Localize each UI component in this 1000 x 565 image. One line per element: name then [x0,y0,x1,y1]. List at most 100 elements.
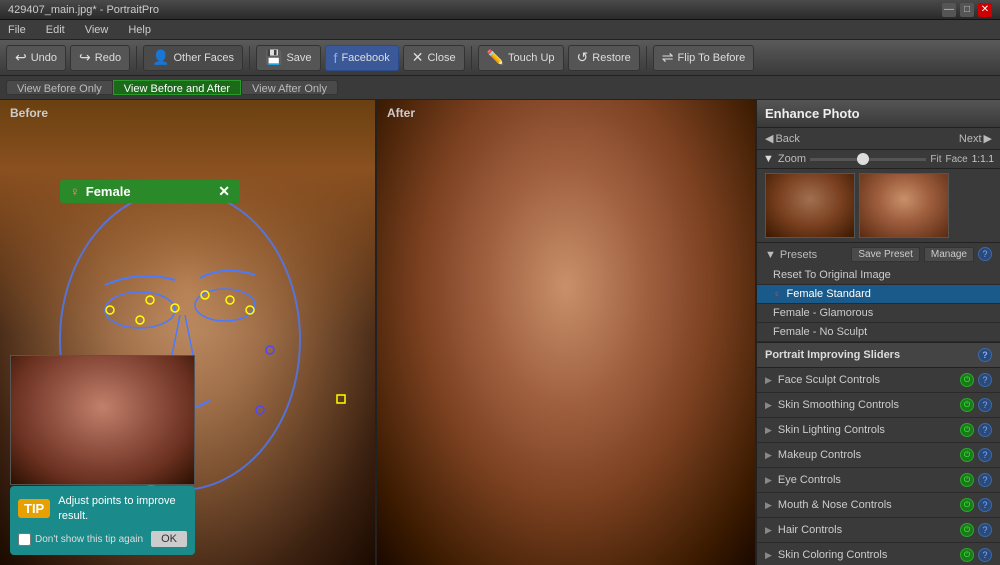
skin-smoothing-help-button[interactable]: ? [978,398,992,412]
preset-selected-icon: ♀ [773,289,781,300]
eye-power-button[interactable]: ⏻ [960,473,974,487]
minimize-button[interactable]: — [942,3,956,17]
skin-lighting-power-button[interactable]: ⏻ [960,423,974,437]
toolbar: ↩ Undo ↪ Redo 👤 Other Faces 💾 Save f Fac… [0,40,1000,76]
preset-item-no-sculpt[interactable]: Female - No Sculpt [757,323,1000,342]
gender-close-button[interactable]: ✕ [218,183,230,200]
mouth-nose-help-button[interactable]: ? [978,498,992,512]
zoom-row: ▼ Zoom Fit Face 1:1.1 [757,150,1000,169]
next-button[interactable]: Next ▶ [959,132,992,145]
back-next-nav: ◀ Back Next ▶ [757,128,1000,150]
view-before-after-button[interactable]: View Before and After [113,80,241,95]
tip-checkbox-label[interactable]: Don't show this tip again [18,533,143,546]
skin-coloring-power-button[interactable]: ⏻ [960,548,974,562]
menu-help[interactable]: Help [124,22,155,38]
maximize-button[interactable]: □ [960,3,974,17]
slider-face-sculpt[interactable]: ▶ Face Sculpt Controls ⏻ ? [757,368,1000,393]
makeup-expand-icon: ▶ [765,450,772,461]
skin-smoothing-label: Skin Smoothing Controls [778,399,960,411]
restore-button[interactable]: ↺ Restore [568,45,640,71]
tip-badge: TIP [18,499,50,518]
tip-header: TIP Adjust points to improve result. [18,494,187,523]
slider-mouth-nose[interactable]: ▶ Mouth & Nose Controls ⏻ ? [757,493,1000,518]
undo-button[interactable]: ↩ Undo [6,45,66,71]
back-button[interactable]: ◀ Back [765,132,800,145]
skin-coloring-label: Skin Coloring Controls [778,549,960,561]
other-faces-button[interactable]: 👤 Other Faces [143,45,243,71]
slider-hair[interactable]: ▶ Hair Controls ⏻ ? [757,518,1000,543]
toolbar-separator-1 [136,46,137,70]
skin-smoothing-power-button[interactable]: ⏻ [960,398,974,412]
menu-view[interactable]: View [81,22,113,38]
presets-section: ▼ Presets Save Preset Manage ? Reset To … [757,243,1000,343]
zoom-fit-button[interactable]: Fit [930,154,941,165]
redo-icon: ↪ [79,49,91,66]
presets-collapse-icon[interactable]: ▼ [765,249,776,261]
window-close-button[interactable]: ✕ [978,3,992,17]
close-x-icon: ✕ [412,49,424,66]
preset-item-reset[interactable]: Reset To Original Image [757,266,1000,285]
face-sculpt-power-button[interactable]: ⏻ [960,373,974,387]
eye-controls: ⏻ ? [960,473,992,487]
slider-makeup[interactable]: ▶ Makeup Controls ⏻ ? [757,443,1000,468]
hair-power-button[interactable]: ⏻ [960,523,974,537]
skin-smoothing-controls: ⏻ ? [960,398,992,412]
presets-actions: Save Preset Manage ? [851,247,992,262]
viewmode-bar: View Before Only View Before and After V… [0,76,1000,100]
tip-ok-button[interactable]: OK [151,531,187,547]
menu-file[interactable]: File [4,22,30,38]
slider-eye[interactable]: ▶ Eye Controls ⏻ ? [757,468,1000,493]
tip-checkbox-input[interactable] [18,533,31,546]
next-chevron-icon: ▶ [984,132,992,145]
manage-button[interactable]: Manage [924,247,974,262]
after-panel: After [375,100,755,565]
preset-item-female-standard[interactable]: ♀ Female Standard [757,285,1000,304]
flip-button[interactable]: ⇌ Flip To Before [653,45,754,71]
mouth-nose-controls: ⏻ ? [960,498,992,512]
back-chevron-icon: ◀ [765,132,773,145]
zoom-slider[interactable] [810,158,926,161]
zoom-thumb[interactable] [857,153,869,165]
eye-expand-icon: ▶ [765,475,772,486]
zoom-face-button[interactable]: Face [946,154,968,165]
skin-lighting-expand-icon: ▶ [765,425,772,436]
mouth-nose-power-button[interactable]: ⏻ [960,498,974,512]
slider-skin-smoothing[interactable]: ▶ Skin Smoothing Controls ⏻ ? [757,393,1000,418]
close-button[interactable]: ✕ Close [403,45,465,71]
slider-skin-lighting[interactable]: ▶ Skin Lighting Controls ⏻ ? [757,418,1000,443]
right-panel: Enhance Photo ◀ Back Next ▶ ▼ Zoom Fit F… [755,100,1000,565]
view-after-only-button[interactable]: View After Only [241,80,338,95]
slider-skin-coloring[interactable]: ▶ Skin Coloring Controls ⏻ ? [757,543,1000,565]
view-before-only-button[interactable]: View Before Only [6,80,113,95]
hair-help-button[interactable]: ? [978,523,992,537]
zoom-collapse-icon[interactable]: ▼ [763,153,774,165]
skin-coloring-help-button[interactable]: ? [978,548,992,562]
zoom-label: Zoom [778,153,806,165]
presets-help-icon[interactable]: ? [978,247,992,261]
enhance-header: Enhance Photo [757,100,1000,128]
makeup-controls: ⏻ ? [960,448,992,462]
face-sculpt-label: Face Sculpt Controls [778,374,960,386]
facebook-button[interactable]: f Facebook [325,45,399,71]
tip-box: TIP Adjust points to improve result. Don… [10,486,195,555]
makeup-help-button[interactable]: ? [978,448,992,462]
save-preset-button[interactable]: Save Preset [851,247,919,262]
face-thumbnail [10,355,195,485]
preset-item-glamorous[interactable]: Female - Glamorous [757,304,1000,323]
face-sculpt-help-button[interactable]: ? [978,373,992,387]
eye-help-button[interactable]: ? [978,473,992,487]
after-image [377,100,755,565]
skin-lighting-help-button[interactable]: ? [978,423,992,437]
toolbar-separator-2 [249,46,250,70]
sliders-header: Portrait Improving Sliders ? [757,343,1000,368]
sliders-help-icon[interactable]: ? [978,348,992,362]
eye-label: Eye Controls [778,474,960,486]
save-button[interactable]: 💾 Save [256,45,321,71]
tip-footer: Don't show this tip again OK [18,531,187,547]
skin-lighting-controls: ⏻ ? [960,423,992,437]
makeup-power-button[interactable]: ⏻ [960,448,974,462]
menu-edit[interactable]: Edit [42,22,69,38]
redo-button[interactable]: ↪ Redo [70,45,130,71]
touch-up-button[interactable]: ✏️ Touch Up [478,45,564,71]
mouth-nose-label: Mouth & Nose Controls [778,499,960,511]
